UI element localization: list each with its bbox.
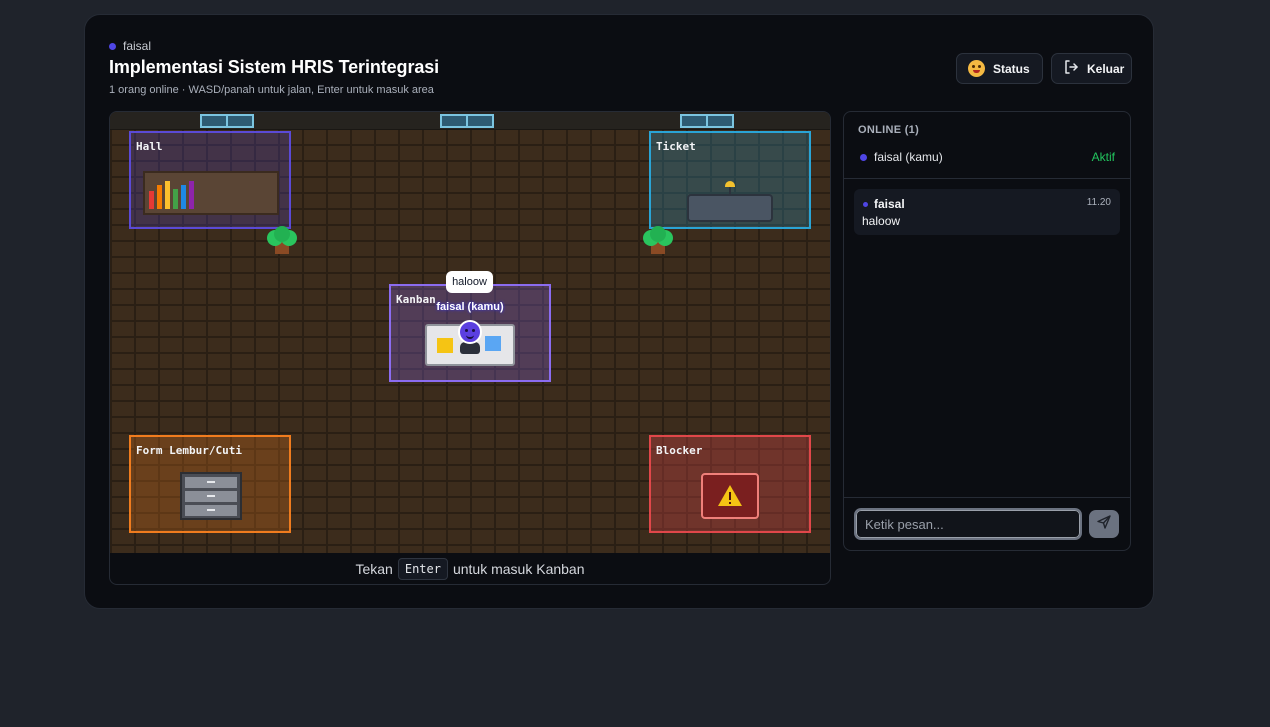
desk-lamp-icon — [724, 181, 736, 195]
page-subtitle: 1 orang online · WASD/panah untuk jalan,… — [109, 84, 434, 96]
room-card: faisal Implementasi Sistem HRIS Terinteg… — [84, 14, 1154, 609]
office-map[interactable]: Hall Ticket Kanban Form Lembur/Cuti Bloc… — [109, 111, 831, 585]
online-header: ONLINE (1) — [858, 124, 920, 136]
message-time: 11.20 — [1086, 197, 1111, 208]
chart-bar-decor — [181, 185, 186, 209]
logout-button[interactable]: Keluar — [1051, 53, 1132, 84]
enter-key-hint: Enter — [397, 558, 448, 580]
chart-bar-decor — [149, 191, 154, 209]
chat-sidebar: ONLINE (1) faisal (kamu) Aktif faisal 11… — [843, 111, 1131, 551]
chart-bar-decor — [165, 181, 170, 209]
ticket-desk-icon — [687, 194, 773, 222]
zone-blocker-label: Blocker — [656, 444, 703, 457]
author-dot — [863, 201, 868, 207]
bar-chart-board-icon — [143, 171, 279, 215]
user-status-dot — [109, 42, 116, 50]
status-button-label: Status — [993, 61, 1030, 76]
chart-bar-decor — [157, 185, 162, 209]
zone-hall-label: Hall — [136, 140, 163, 153]
online-user-name: faisal (kamu) — [874, 150, 943, 164]
emoji-face-icon — [968, 60, 985, 77]
plant-icon — [267, 226, 297, 256]
chart-bar-decor — [189, 181, 194, 209]
current-user: faisal — [109, 39, 151, 53]
online-user-row[interactable]: faisal (kamu) Aktif — [860, 150, 1115, 164]
sticky-note-icon — [437, 338, 453, 353]
chart-bar-decor — [173, 189, 178, 209]
zone-form-label: Form Lembur/Cuti — [136, 444, 242, 457]
online-user-status: Aktif — [1091, 150, 1115, 164]
logout-button-label: Keluar — [1087, 61, 1125, 76]
window-decor — [200, 114, 254, 128]
message-author-name: faisal — [874, 197, 905, 211]
chat-message: faisal 11.20 haloow — [854, 189, 1120, 235]
status-button[interactable]: Status — [956, 53, 1043, 84]
send-icon — [1097, 514, 1111, 534]
logout-icon — [1063, 59, 1079, 78]
sticky-note-icon — [485, 336, 501, 351]
cabinet-drawer — [185, 491, 237, 502]
chat-input[interactable] — [854, 508, 1082, 540]
map-hint-suffix: untuk masuk Kanban — [452, 561, 585, 577]
message-author: faisal — [863, 197, 905, 211]
cabinet-drawer — [185, 477, 237, 488]
map-hint-prefix: Tekan — [355, 561, 393, 577]
divider — [844, 497, 1130, 498]
map-wall — [110, 112, 830, 130]
online-dot — [860, 153, 867, 161]
window-decor — [680, 114, 734, 128]
zone-ticket-label: Ticket — [656, 140, 696, 153]
map-hint: Tekan Enter untuk masuk Kanban — [110, 553, 830, 584]
chat-bubble: haloow — [446, 271, 493, 293]
window-decor — [440, 114, 494, 128]
send-button[interactable] — [1089, 510, 1119, 538]
divider — [844, 178, 1130, 179]
page-title: Implementasi Sistem HRIS Terintegrasi — [109, 57, 440, 77]
map-floor[interactable]: Hall Ticket Kanban Form Lembur/Cuti Bloc… — [110, 112, 830, 553]
player-avatar[interactable] — [458, 320, 482, 344]
warning-icon — [701, 473, 759, 519]
plant-icon — [643, 226, 673, 256]
cabinet-drawer — [185, 505, 237, 516]
filing-cabinet-icon — [180, 472, 242, 520]
current-username: faisal — [123, 39, 152, 53]
player-name-label: faisal (kamu) — [436, 301, 504, 313]
message-text: haloow — [862, 214, 901, 228]
